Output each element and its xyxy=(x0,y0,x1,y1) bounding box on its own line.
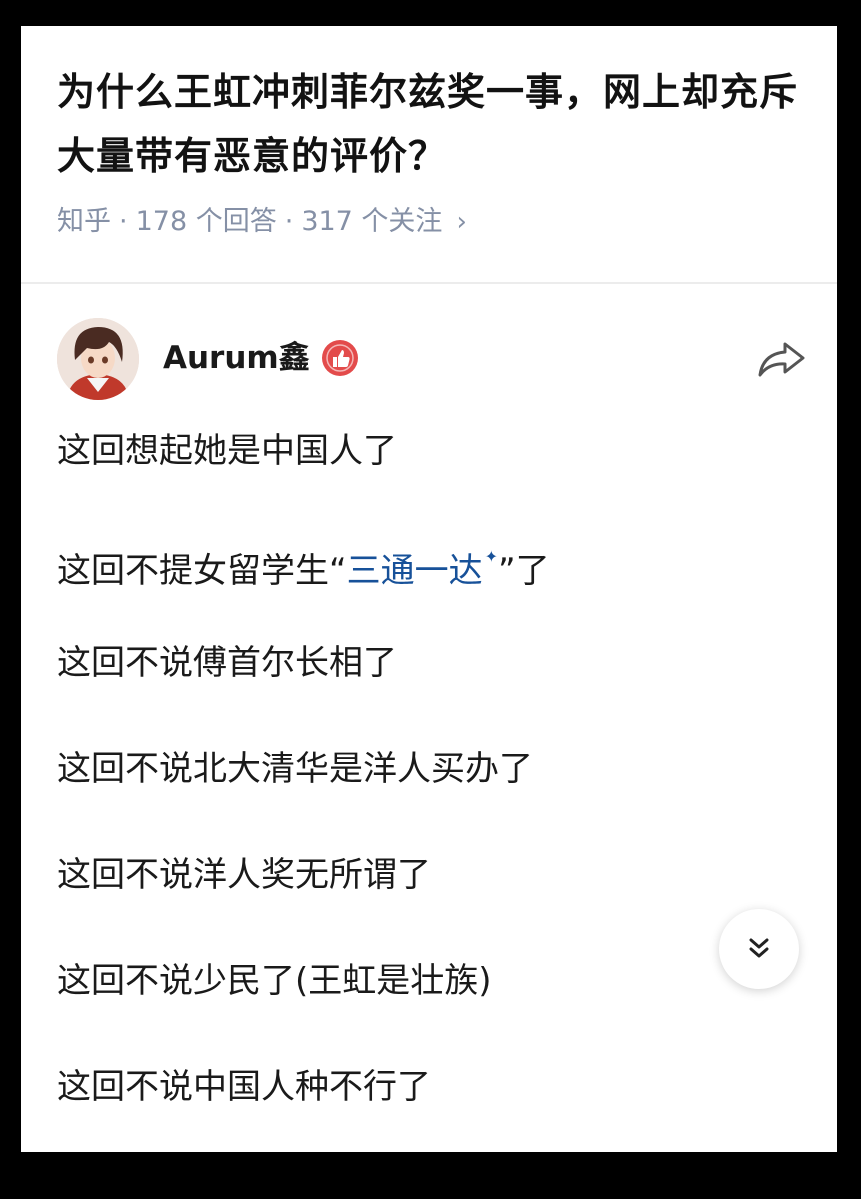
scroll-next-button[interactable] xyxy=(719,909,799,989)
keyword-link-text: 三通一达 xyxy=(346,551,483,591)
answer-line: 这回想起她是中国人了 xyxy=(57,431,397,471)
meta-separator: · xyxy=(284,206,294,237)
answer-line: 这回不说洋人奖无所谓了 xyxy=(57,855,431,895)
answer-count: 178 个回答 xyxy=(135,206,277,237)
double-chevron-down-icon xyxy=(749,938,769,958)
answer-content: 这回想起她是中国人了 这回不提女留学生“三通一达 ✦”了 这回不说傅首尔长相了 这… xyxy=(57,426,807,1152)
answer-line: 这回不提女留学生“三通一达 ✦”了 xyxy=(57,532,807,591)
share-arrow-icon[interactable] xyxy=(755,338,807,382)
site-name: 知乎 xyxy=(57,206,111,237)
answer-author: Aurum鑫 xyxy=(57,318,807,402)
line-text: 这回不提女留学生“ xyxy=(57,551,347,591)
answer-line: 这回不说傅首尔长相了 xyxy=(57,643,397,683)
thumbs-up-badge-icon xyxy=(320,338,360,378)
follower-count: 317 个关注 xyxy=(301,206,443,237)
line-text: ”了 xyxy=(498,551,550,591)
keyword-link[interactable]: 三通一达 ✦ xyxy=(346,547,498,591)
question-title[interactable]: 为什么王虹冲刺菲尔兹奖一事，网上却充斥大量带有恶意的评价？ xyxy=(57,60,807,188)
answer-line: 这回不说中国人种不行了 xyxy=(57,1067,431,1107)
avatar[interactable] xyxy=(57,318,139,400)
answer-screen: 为什么王虹冲刺菲尔兹奖一事，网上却充斥大量带有恶意的评价？ 知乎 · 178 个… xyxy=(21,26,837,1152)
sparkle-icon: ✦ xyxy=(484,547,499,566)
chevron-right-icon: › xyxy=(456,207,467,237)
answer-line: 这回不说少民了(王虹是壮族) xyxy=(57,961,492,1001)
meta-separator: · xyxy=(119,206,128,237)
author-name[interactable]: Aurum鑫 xyxy=(163,336,310,380)
answer-line: 这回不说北大清华是洋人买办了 xyxy=(57,749,533,789)
question-meta[interactable]: 知乎 · 178 个回答 · 317 个关注 › xyxy=(57,202,467,242)
question-header: 为什么王虹冲刺菲尔兹奖一事，网上却充斥大量带有恶意的评价？ 知乎 · 178 个… xyxy=(21,26,837,284)
